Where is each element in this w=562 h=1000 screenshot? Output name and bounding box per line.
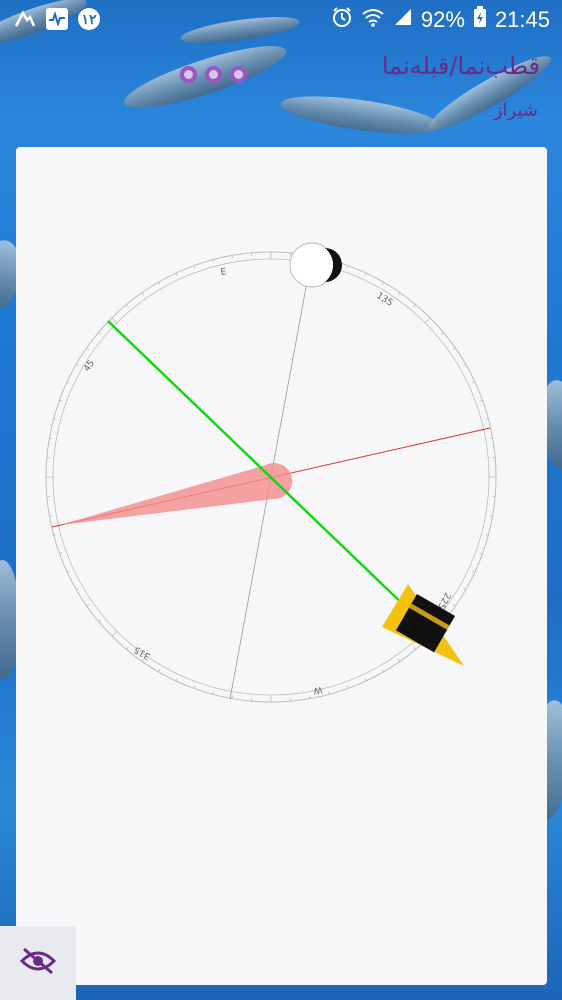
compass-tick <box>98 332 102 335</box>
compass-tick <box>66 570 70 573</box>
compass-tick <box>49 515 53 517</box>
compass-tick <box>158 281 161 285</box>
compass-tick <box>452 604 456 607</box>
compass-tick <box>440 332 444 335</box>
compass-tick <box>413 646 416 650</box>
tick-label-45: 45 <box>82 359 97 374</box>
signal-icon <box>393 7 413 33</box>
compass-tick <box>111 630 118 637</box>
compass-tick <box>75 587 79 590</box>
wifi-icon <box>361 7 385 33</box>
alarm-icon <box>331 6 353 34</box>
compass-tick <box>158 669 161 673</box>
battery-percent: 92% <box>420 7 465 32</box>
compass-tick <box>193 265 196 269</box>
city-name: شیراز <box>493 100 538 121</box>
compass-tick <box>86 604 90 607</box>
compass-tick <box>472 381 476 384</box>
compass-tick <box>346 265 349 269</box>
compass-tick <box>413 304 416 308</box>
compass-tick <box>75 364 79 367</box>
activity-icon <box>46 8 68 30</box>
compass-tick <box>485 418 489 420</box>
app-header: قطب‌نما/قبله‌نما شیراز <box>180 52 540 132</box>
compass-tick <box>141 292 144 296</box>
notification-icons: ۱۲ <box>14 8 100 30</box>
compass-tick <box>424 317 431 324</box>
compass-tick <box>231 255 233 259</box>
compass-tick <box>193 685 196 689</box>
compass-tick <box>212 691 214 695</box>
compass-tick <box>175 678 178 682</box>
system-icons: 92% 21:45 <box>331 6 550 34</box>
tick-label-e: E <box>220 267 227 278</box>
more-menu-button[interactable] <box>180 66 247 83</box>
tick-label-315: 315 <box>133 644 153 661</box>
moon-icon <box>289 242 342 288</box>
qibla-direction-line <box>107 320 412 613</box>
compass-tick <box>364 272 367 276</box>
calendar-badge-icon: ۱۲ <box>78 8 100 30</box>
compass-tick <box>231 695 233 699</box>
compass-tick <box>175 272 178 276</box>
compass-tick <box>49 437 53 439</box>
compass-card: E 135 45 225 315 W <box>16 147 547 985</box>
compass-tick <box>472 570 476 573</box>
compass-tick <box>309 695 311 699</box>
tick-label-w: W <box>313 684 323 695</box>
compass-tick <box>86 347 90 350</box>
menu-dot-icon <box>180 66 197 83</box>
compass-dial[interactable]: E 135 45 225 315 W <box>16 147 547 985</box>
compass-tick <box>489 437 493 439</box>
compass-tick <box>364 678 367 682</box>
compass-tick <box>66 381 70 384</box>
hide-visibility-button[interactable] <box>0 926 76 1000</box>
menu-dot-icon <box>205 66 222 83</box>
compass-tick <box>463 587 467 590</box>
compass-tick <box>59 552 63 555</box>
compass-tick <box>489 515 493 517</box>
compass-tick <box>212 259 214 263</box>
compass-tick <box>485 534 489 536</box>
compass-tick <box>53 534 57 536</box>
compass-tick <box>452 347 456 350</box>
status-bar: ۱۲ 92% 21:45 <box>0 0 562 40</box>
menu-dot-icon <box>230 66 247 83</box>
app-a-icon <box>14 8 36 30</box>
compass-tick <box>463 364 467 367</box>
eye-off-icon <box>19 947 57 979</box>
compass-tick <box>126 646 129 650</box>
compass-tick <box>398 658 401 662</box>
compass-tick <box>59 399 63 402</box>
compass-tick <box>398 292 401 296</box>
compass-tick <box>126 304 129 308</box>
compass-tick <box>346 685 349 689</box>
clock: 21:45 <box>494 7 550 32</box>
compass-needle <box>60 463 293 525</box>
compass-tick <box>381 281 384 285</box>
compass-tick <box>98 619 102 622</box>
battery-icon <box>473 6 487 34</box>
app-title: قطب‌نما/قبله‌نما <box>381 52 540 80</box>
compass-tick <box>111 317 118 324</box>
compass-tick <box>479 399 483 402</box>
compass-tick <box>479 552 483 555</box>
tick-label-135: 135 <box>374 291 394 309</box>
compass-tick <box>328 691 330 695</box>
calendar-badge-label: ۱۲ <box>81 10 97 27</box>
compass-tick <box>53 418 57 420</box>
compass-tick <box>381 669 384 673</box>
